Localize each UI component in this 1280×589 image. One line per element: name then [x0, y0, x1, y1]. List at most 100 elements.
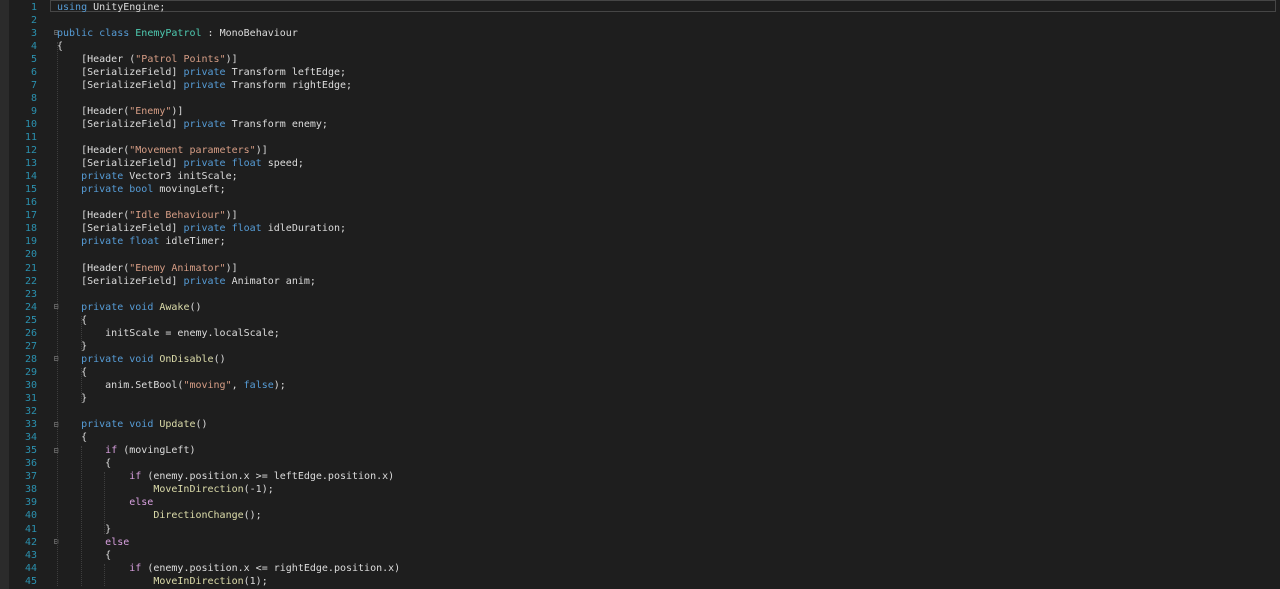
code-line[interactable]: [SerializeField] private Transform leftE…: [57, 66, 346, 79]
code-editor[interactable]: 1 2 3 4 5 6 7 8 9 10 11 12 13 14 15 16 17 18 19 20 21 22 23 24 2…: [0, 0, 1280, 589]
line-number: 42: [24, 536, 37, 548]
line-number: 29: [24, 366, 37, 378]
code-line[interactable]: [Header("Movement parameters")]: [57, 144, 268, 157]
code-line[interactable]: {: [57, 40, 63, 53]
code-line[interactable]: {: [57, 457, 111, 470]
line-number: 7: [30, 79, 37, 91]
code-token: {: [57, 314, 88, 326]
code-token: anim.SetBool(: [57, 379, 184, 391]
code-token: (1);: [243, 575, 268, 587]
code-line[interactable]: else: [57, 496, 153, 509]
line-number: 39: [24, 497, 37, 509]
code-line[interactable]: if (enemy.position.x >= leftEdge.positio…: [57, 470, 394, 483]
code-line[interactable]: else: [57, 536, 129, 549]
code-line[interactable]: [SerializeField] private float idleDurat…: [57, 222, 346, 235]
code-token: if: [129, 471, 142, 483]
code-line[interactable]: }: [57, 392, 87, 405]
code-token: MoveInDirection: [153, 575, 244, 587]
code-token: UnityEngine;: [87, 1, 166, 13]
code-line[interactable]: MoveInDirection(1);: [57, 575, 268, 588]
line-number: 21: [24, 262, 37, 274]
code-token: using: [57, 1, 88, 13]
code-line[interactable]: private float idleTimer;: [57, 235, 226, 248]
code-line[interactable]: }: [57, 340, 87, 353]
code-line[interactable]: private Vector3 initScale;: [57, 170, 238, 183]
line-number: 18: [24, 223, 37, 235]
code-token: private void: [81, 419, 154, 431]
line-number: 32: [24, 406, 37, 418]
code-line[interactable]: private void Update(): [57, 418, 207, 431]
line-number: 5: [30, 53, 37, 65]
code-token: Update: [159, 419, 196, 431]
code-line[interactable]: {: [57, 314, 87, 327]
line-number: 17: [24, 210, 37, 222]
code-token: MonoBehaviour: [219, 27, 298, 39]
code-line[interactable]: {: [57, 366, 87, 379]
code-token: [Header (: [57, 53, 136, 65]
code-token: [SerializeField]: [57, 79, 184, 91]
code-line[interactable]: [SerializeField] private Transform right…: [57, 79, 352, 92]
code-token: Transform enemy;: [225, 118, 328, 130]
line-number: 15: [24, 184, 37, 196]
code-token: "Patrol Points": [135, 53, 226, 65]
code-line[interactable]: {: [57, 549, 111, 562]
code-token: speed;: [261, 158, 304, 170]
code-token: (movingLeft): [117, 445, 196, 457]
code-line[interactable]: anim.SetBool("moving", false);: [57, 379, 286, 392]
code-line[interactable]: [Header("Idle Behaviour")]: [57, 209, 238, 222]
code-token: false: [243, 379, 274, 391]
code-line[interactable]: }: [57, 523, 111, 536]
line-number: 34: [24, 432, 37, 444]
code-line[interactable]: private bool movingLeft;: [57, 183, 226, 196]
code-line[interactable]: MoveInDirection(-1);: [57, 483, 273, 496]
code-line[interactable]: if (enemy.position.x <= rightEdge.positi…: [57, 562, 400, 575]
code-line[interactable]: private void OnDisable(): [57, 353, 226, 366]
line-number: 36: [24, 458, 37, 470]
line-number: 12: [24, 145, 37, 157]
code-token: [Header(: [57, 105, 130, 117]
code-token: [Header(: [57, 145, 130, 157]
code-token: ();: [243, 510, 262, 522]
code-token: )]: [225, 53, 238, 65]
current-line-highlight: [50, 0, 1276, 12]
code-token: idleTimer;: [159, 236, 226, 248]
code-token: [SerializeField]: [57, 158, 184, 170]
code-line[interactable]: [Header("Enemy Animator")]: [57, 262, 238, 275]
code-line[interactable]: [SerializeField] private Animator anim;: [57, 275, 316, 288]
code-line[interactable]: public class EnemyPatrol : MonoBehaviour: [57, 27, 298, 40]
code-token: private float: [183, 223, 262, 235]
code-token: private: [183, 66, 226, 78]
code-line[interactable]: initScale = enemy.localScale;: [57, 327, 280, 340]
code-token: [SerializeField]: [57, 275, 184, 287]
line-number: 9: [30, 105, 37, 117]
line-number: 10: [24, 118, 37, 130]
code-line[interactable]: [Header("Enemy")]: [57, 105, 183, 118]
code-line[interactable]: [SerializeField] private float speed;: [57, 157, 304, 170]
code-line[interactable]: DirectionChange();: [57, 509, 262, 522]
code-token: {: [57, 366, 88, 378]
code-line[interactable]: [SerializeField] private Transform enemy…: [57, 118, 328, 131]
line-number: 1: [30, 1, 37, 13]
code-line[interactable]: private void Awake(): [57, 301, 201, 314]
line-number: 28: [24, 353, 37, 365]
code-token: {: [57, 432, 88, 444]
line-number: 16: [24, 197, 37, 209]
line-number: 31: [24, 393, 37, 404]
code-token: [SerializeField]: [57, 223, 184, 235]
code-line[interactable]: {: [57, 431, 87, 444]
line-number: 30: [24, 379, 37, 391]
code-line[interactable]: if (movingLeft): [57, 444, 196, 457]
code-token: Animator anim;: [225, 275, 316, 287]
code-line[interactable]: [Header ("Patrol Points")]: [57, 53, 238, 66]
line-number: 22: [24, 275, 37, 287]
code-token: (enemy.position.x >= leftEdge.position.x…: [141, 471, 395, 483]
code-line[interactable]: using UnityEngine;: [57, 1, 165, 14]
